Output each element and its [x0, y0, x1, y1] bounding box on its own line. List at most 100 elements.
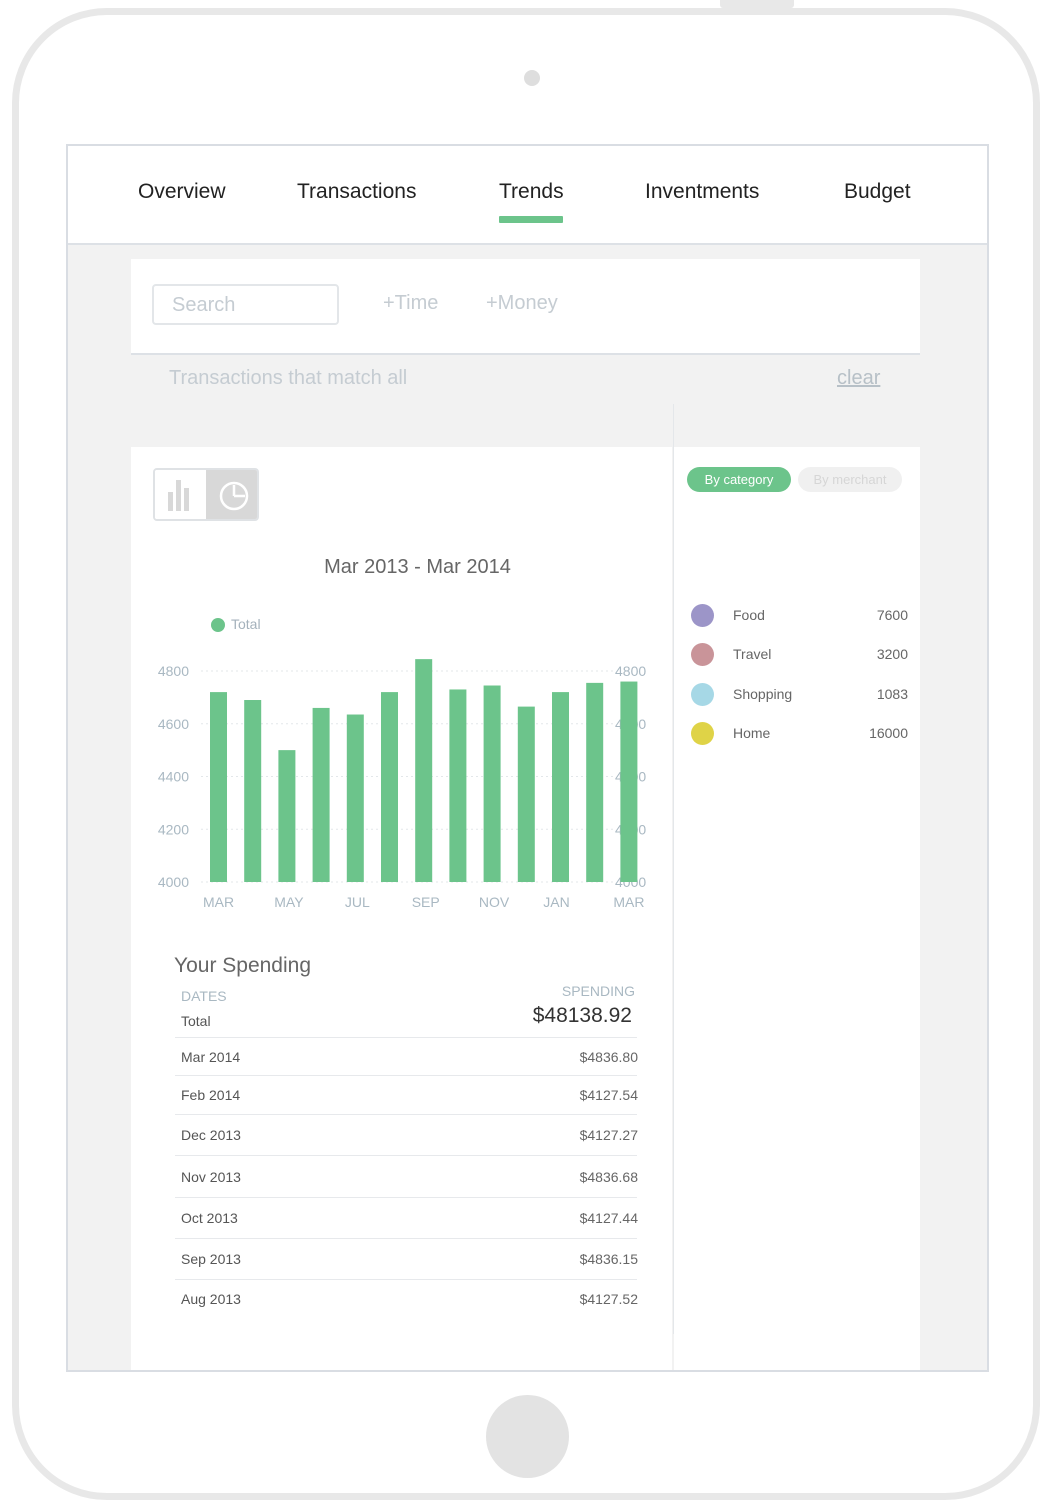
add-money-filter[interactable]: +Money — [486, 292, 558, 315]
category-row-travel[interactable]: Travel 3200 — [691, 643, 908, 667]
row-date: Feb 2014 — [181, 1087, 241, 1103]
table-row[interactable]: Dec 2013 $4127.27 — [175, 1114, 638, 1155]
legend-label-total: Total — [231, 616, 261, 632]
category-swatch — [691, 683, 714, 706]
y-tick-label-right: 4800 — [615, 663, 646, 679]
app-screen: Overview Transactions Trends Inventments… — [66, 144, 989, 1372]
row-amount: $4127.52 — [579, 1291, 638, 1307]
bar-apr-1[interactable] — [244, 700, 262, 882]
x-tick-label: MAY — [274, 894, 304, 910]
row-date: Sep 2013 — [181, 1251, 241, 1267]
category-swatch — [691, 643, 714, 666]
table-row[interactable]: Sep 2013 $4836.15 — [175, 1238, 638, 1279]
chart-title: Mar 2013 - Mar 2014 — [324, 556, 511, 578]
chart-type-toggle — [153, 468, 259, 521]
category-row-food[interactable]: Food 7600 — [691, 604, 908, 628]
category-swatch — [691, 722, 714, 745]
pie-chart-toggle[interactable] — [206, 470, 257, 519]
category-value: 16000 — [869, 725, 908, 741]
category-name: Travel — [733, 646, 772, 662]
row-date: Mar 2014 — [181, 1048, 241, 1065]
legend-swatch-total — [211, 618, 225, 632]
total-label: Total — [181, 1013, 211, 1029]
power-button — [720, 0, 794, 8]
dates-header: DATES — [181, 988, 227, 1004]
row-amount: $4127.44 — [579, 1210, 638, 1226]
category-value: 3200 — [876, 646, 908, 662]
active-tab-indicator — [499, 216, 563, 223]
bar-chart: 4800480046004600440044004200420040004000… — [158, 659, 646, 910]
camera-dot — [524, 70, 540, 86]
y-tick-label-left: 4200 — [158, 821, 189, 837]
y-tick-label-left: 4400 — [158, 769, 189, 785]
y-tick-label-left: 4800 — [158, 663, 189, 679]
by-category-button[interactable]: By category — [687, 467, 791, 492]
row-amount: $4127.27 — [579, 1127, 638, 1143]
by-merchant-button[interactable]: By merchant — [798, 467, 902, 492]
top-nav: Overview Transactions Trends Inventments… — [68, 146, 987, 245]
spending-header: SPENDING — [561, 983, 635, 999]
y-tick-label-left: 4600 — [158, 716, 189, 732]
bar-dec-9[interactable] — [517, 706, 535, 882]
row-date: Aug 2013 — [181, 1291, 241, 1307]
row-amount: $4127.54 — [579, 1087, 638, 1103]
table-row[interactable]: Feb 2014 $4127.54 — [175, 1075, 638, 1114]
spending-title: Your Spending — [174, 954, 312, 977]
x-tick-label: JAN — [543, 894, 569, 910]
category-row-home[interactable]: Home 16000 — [691, 722, 908, 746]
bar-mar-0[interactable] — [210, 692, 227, 882]
bar-aug-5[interactable] — [381, 692, 398, 882]
row-amount: $4836.15 — [579, 1251, 638, 1267]
match-description: Transactions that match all — [169, 367, 408, 389]
x-tick-label: MAR — [203, 894, 234, 910]
row-amount: $4836.68 — [579, 1168, 638, 1185]
tab-inventments[interactable]: Inventments — [645, 180, 759, 204]
category-row-shopping[interactable]: Shopping 1083 — [691, 683, 908, 707]
bar-sep-6[interactable] — [415, 659, 433, 882]
tab-trends[interactable]: Trends — [499, 180, 564, 204]
trends-card: Mar 2013 - Mar 2014 Total 48004800460046… — [131, 447, 672, 1370]
category-value: 1083 — [876, 686, 908, 702]
category-name: Home — [733, 725, 771, 741]
tab-overview[interactable]: Overview — [138, 180, 226, 204]
x-tick-label: NOV — [479, 894, 510, 910]
pie-chart-icon — [219, 481, 249, 511]
home-button[interactable] — [486, 1395, 569, 1478]
bar-jan-10[interactable] — [552, 692, 569, 882]
filter-bar: +Time +Money — [131, 259, 920, 355]
search-field[interactable] — [152, 284, 339, 325]
row-date: Nov 2013 — [181, 1168, 241, 1185]
category-value: 7600 — [876, 607, 908, 623]
row-date: Oct 2013 — [181, 1210, 238, 1226]
bar-mar-12[interactable] — [620, 681, 638, 882]
clear-link[interactable]: clear — [837, 367, 880, 390]
bar-nov-8[interactable] — [483, 685, 501, 882]
category-panel: By category By merchant Food 7600 Travel 32… — [674, 447, 920, 1370]
bar-may-2[interactable] — [278, 750, 296, 882]
table-row[interactable]: Nov 2013 $4836.68 — [175, 1155, 638, 1197]
total-value: $48138.92 — [532, 1004, 632, 1027]
category-name: Shopping — [733, 686, 793, 702]
tab-budget[interactable]: Budget — [844, 180, 911, 204]
spending-list: Mar 2014 $4836.80 Feb 2014 $4127.54 Dec 2013… — [175, 1037, 638, 1318]
bar-chart-icon — [168, 480, 189, 511]
table-row[interactable]: Mar 2014 $4836.80 — [175, 1037, 638, 1075]
category-swatch — [691, 604, 714, 627]
add-time-filter[interactable]: +Time — [383, 292, 438, 315]
category-name: Food — [733, 607, 765, 623]
bar-jun-3[interactable] — [312, 707, 330, 882]
search-input[interactable] — [170, 286, 334, 324]
bar-oct-7[interactable] — [449, 689, 467, 882]
table-row[interactable]: Aug 2013 $4127.52 — [175, 1279, 638, 1318]
x-tick-label: JUL — [345, 894, 370, 910]
x-tick-label: MAR — [613, 894, 644, 910]
table-row[interactable]: Oct 2013 $4127.44 — [175, 1197, 638, 1238]
tab-transactions[interactable]: Transactions — [297, 180, 416, 204]
y-tick-label-left: 4000 — [158, 874, 189, 890]
row-amount: $4836.80 — [579, 1048, 638, 1065]
bar-jul-4[interactable] — [346, 714, 364, 882]
x-tick-label: SEP — [412, 894, 440, 910]
bar-feb-11[interactable] — [586, 682, 604, 882]
row-date: Dec 2013 — [181, 1127, 241, 1143]
bar-chart-toggle[interactable] — [155, 470, 206, 519]
